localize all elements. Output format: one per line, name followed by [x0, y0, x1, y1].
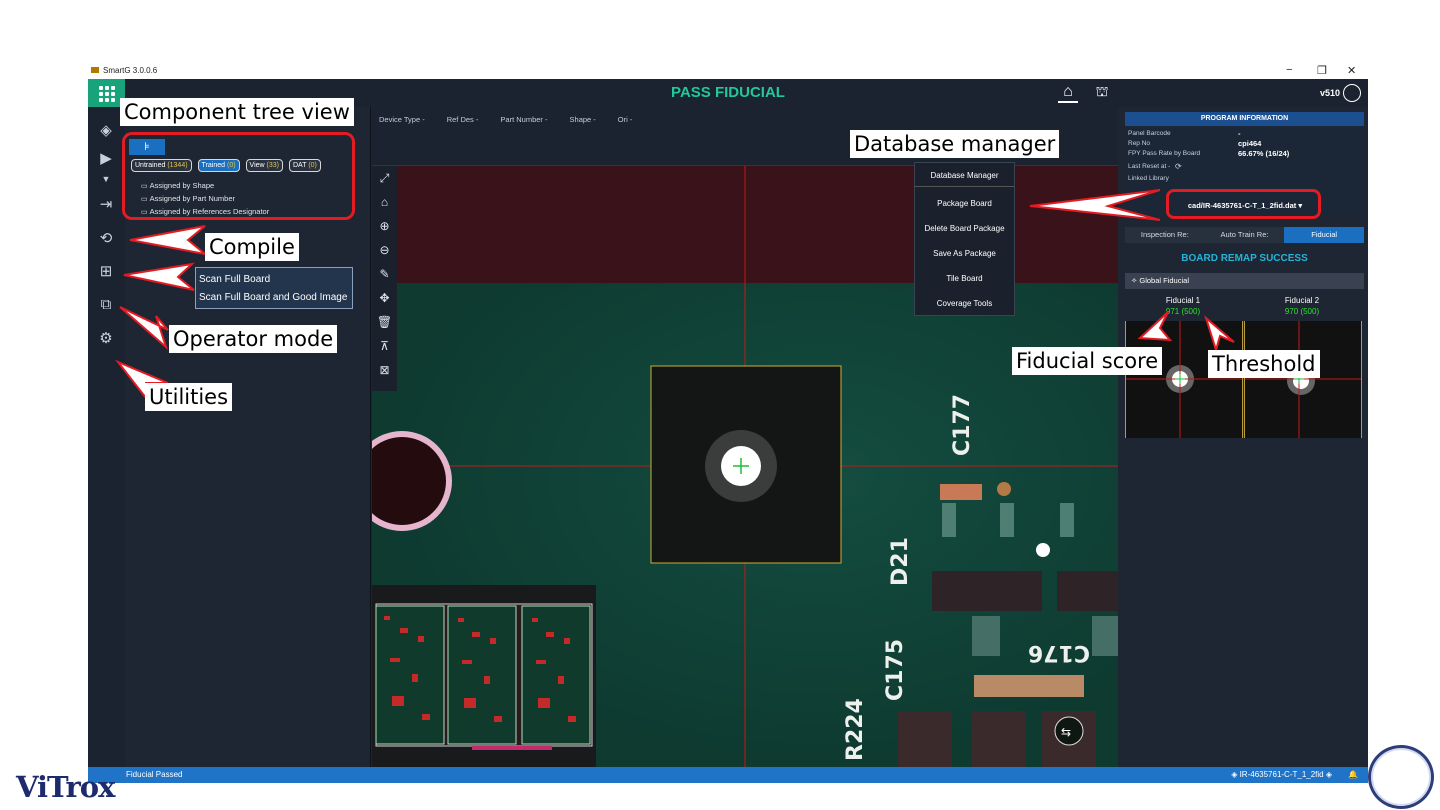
layers-icon[interactable]: ◈ [96, 121, 116, 141]
window-titlebar: SmartG 3.0.0.6 − ❐ ✕ [88, 63, 1368, 79]
rep-no-label: Rep No [1128, 140, 1151, 147]
silk-label-c175: C175 [883, 639, 908, 701]
status-bar: Fiducial Passed ◈ IR-4635761-C-T_1_2fid … [88, 767, 1368, 783]
callout-component-tree-view: Component tree view [120, 98, 354, 126]
compile-icon[interactable]: ⟲ [96, 229, 116, 249]
menu-save-as-package[interactable]: Save As Package [915, 241, 1014, 266]
decorative-circle [1368, 745, 1434, 809]
last-reset-label: Last Reset at - [1128, 163, 1171, 170]
window-title: SmartG 3.0.0.6 [103, 66, 158, 75]
panel-barcode-label: Panel Barcode [1128, 130, 1171, 137]
linked-library-label: Linked Library [1128, 175, 1169, 182]
rep-no-value: cpi464 [1238, 139, 1262, 148]
col-part-number[interactable]: Part Number - [500, 115, 547, 124]
silk-label-c177: C177 [950, 394, 975, 456]
fit-to-screen-icon[interactable]: ⤢ [376, 170, 393, 187]
board-home-icon[interactable]: ⌂ [376, 194, 393, 211]
slide: SmartG 3.0.0.6 − ❐ ✕ PASS FIDUCIAL ⌂ ⛫ v… [0, 0, 1440, 810]
scan-full-board-item[interactable]: Scan Full Board [199, 271, 349, 289]
home-icon[interactable]: ⌂ [1058, 83, 1078, 103]
callout-fiducial-score: Fiducial score [1012, 347, 1163, 375]
operator-mode-icon[interactable]: ⧉ [96, 295, 116, 315]
fiducial-1-image[interactable] [1125, 321, 1243, 438]
vitrox-logo: ViTrox [16, 770, 115, 804]
status-message: Fiducial Passed [126, 770, 183, 779]
database-manager-menu: Database Manager Package Board Delete Bo… [914, 162, 1015, 316]
app-icon [91, 67, 99, 73]
callout-operator-mode: Operator mode [169, 325, 338, 353]
bell-icon[interactable]: 🔔 [1348, 767, 1358, 783]
callout-database-manager: Database manager [850, 130, 1060, 158]
menu-delete-board-package[interactable]: Delete Board Package [915, 216, 1014, 241]
zoom-out-icon[interactable]: ⊖ [376, 242, 393, 259]
main-sidebar: ◈ ▶ ▼ ⇥ ⟲ ⊞ ⧉ ⚙ [88, 107, 125, 767]
play-icon[interactable]: ▶ [96, 149, 116, 169]
scan-board-icon[interactable]: ⊞ [96, 262, 116, 282]
fiducial-1-name: Fiducial 1 [1165, 296, 1201, 305]
minimize-button[interactable]: − [1286, 64, 1292, 76]
menu-database-manager[interactable]: Database Manager [915, 163, 1014, 187]
silk-label-c176: C176 [1028, 640, 1090, 665]
highlight-cad-file [1166, 189, 1321, 219]
utilities-gear-icon[interactable]: ⚙ [96, 329, 116, 349]
status-program-name: ◈ IR-4635761-C-T_1_2fid ◈ [1231, 770, 1332, 779]
menu-coverage-tools[interactable]: Coverage Tools [915, 291, 1014, 316]
fiducial-2: Fiducial 2 970 (500) [1262, 295, 1342, 317]
remap-status: BOARD REMAP SUCCESS [1181, 253, 1308, 264]
callout-utilities: Utilities [145, 383, 233, 411]
scan-menu: Scan Full Board Scan Full Board and Good… [195, 267, 353, 309]
global-fiducial-header[interactable]: ✧ Global Fiducial [1125, 273, 1364, 289]
user-icon[interactable] [1343, 84, 1361, 102]
silk-label-d21: D21 [888, 537, 913, 586]
crop-region-icon[interactable]: ⊠ [376, 362, 393, 379]
menu-tile-board[interactable]: Tile Board [915, 266, 1014, 291]
fiducial-1-score: 971 (500) [1165, 307, 1201, 316]
scan-full-board-good-image-item[interactable]: Scan Full Board and Good Image [199, 289, 349, 307]
stamp-icon[interactable]: ⊼ [376, 338, 393, 355]
svg-text:⇆: ⇆ [1061, 725, 1071, 739]
silk-label-r224: R224 [843, 698, 868, 761]
tab-inspection-result[interactable]: Inspection Re: [1125, 227, 1205, 243]
version-label: v510 [1320, 88, 1341, 98]
close-button[interactable]: ✕ [1347, 64, 1356, 77]
callout-threshold: Threshold [1208, 350, 1320, 378]
col-device-type[interactable]: Device Type - [379, 115, 425, 124]
fiducial-2-score: 970 (500) [1284, 307, 1320, 316]
maximize-button[interactable]: ❐ [1317, 64, 1327, 77]
fiducial-2-name: Fiducial 2 [1284, 296, 1320, 305]
refresh-icon[interactable]: ⟳ [1175, 162, 1182, 171]
fpy-value: 66.67% (16/24) [1238, 149, 1290, 158]
zoom-in-icon[interactable]: ⊕ [376, 218, 393, 235]
panel-barcode-value: - [1238, 129, 1241, 138]
program-information-header: PROGRAM INFORMATION [1125, 112, 1364, 126]
tab-fiducial[interactable]: Fiducial [1284, 227, 1365, 243]
col-shape[interactable]: Shape - [570, 115, 596, 124]
col-ref-des[interactable]: Ref Des - [447, 115, 479, 124]
result-tabs: Inspection Re: Auto Train Re: Fiducial [1125, 227, 1365, 243]
chevron-down-icon[interactable]: ▼ [96, 169, 116, 189]
col-ori[interactable]: Ori - [618, 115, 633, 124]
fiducial-1: Fiducial 1 971 (500) [1143, 295, 1223, 317]
menu-package-board[interactable]: Package Board [915, 191, 1014, 216]
tab-auto-train-result[interactable]: Auto Train Re: [1205, 227, 1285, 243]
page-title: PASS FIDUCIAL [671, 84, 785, 101]
edit-pen-icon[interactable]: ✎ [376, 266, 393, 283]
highlight-component-tree [122, 132, 355, 220]
delete-icon[interactable]: 🗑 [376, 314, 393, 331]
export-icon[interactable]: ⇥ [96, 195, 116, 215]
fiducial-2-image[interactable] [1244, 321, 1362, 438]
move-select-icon[interactable]: ✥ [376, 290, 393, 307]
viewer-toolbar: ⤢ ⌂ ⊕ ⊖ ✎ ✥ 🗑 ⊼ ⊠ [372, 166, 397, 391]
callout-compile: Compile [205, 233, 299, 261]
fpy-label: FPY Pass Rate by Board [1128, 150, 1201, 157]
factory-icon[interactable]: ⛫ [1091, 83, 1113, 103]
